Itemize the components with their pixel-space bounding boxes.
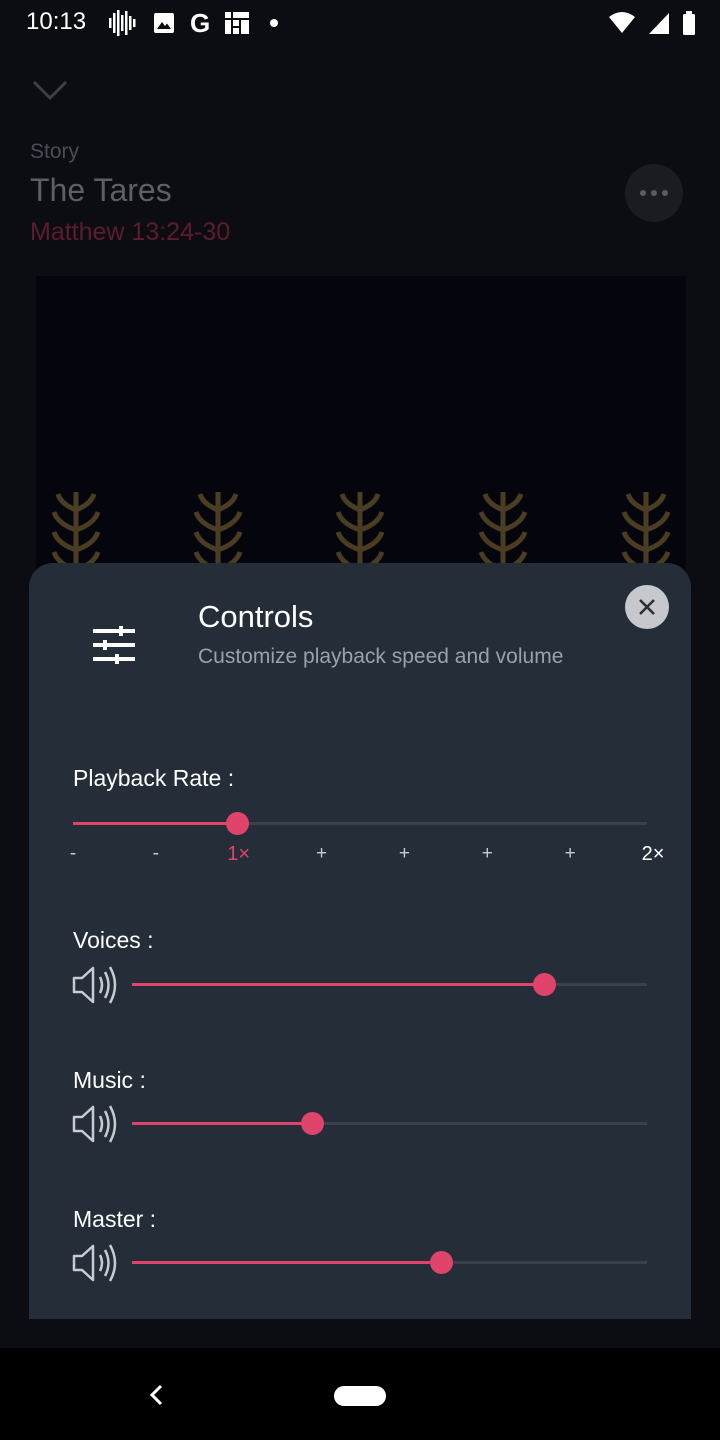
sheet-subtitle: Customize playback speed and volume — [198, 645, 564, 668]
notification-dot-icon — [270, 19, 279, 27]
status-bar: 10:13 G — [0, 0, 720, 48]
cell-signal-icon — [649, 13, 669, 34]
master-volume-slider[interactable] — [132, 1251, 647, 1274]
scripture-reference[interactable]: Matthew 13:24-30 — [30, 218, 230, 247]
more-dots-icon — [640, 190, 646, 196]
system-icons — [608, 8, 696, 38]
chevron-down-icon[interactable] — [30, 78, 70, 102]
more-options-button[interactable] — [625, 164, 683, 222]
music-volume-thumb[interactable] — [301, 1112, 325, 1135]
playback-rate-tick[interactable]: + — [565, 843, 576, 865]
voices-volume-slider[interactable] — [132, 973, 647, 996]
playback-rate-label: Playback Rate : — [73, 765, 235, 791]
google-icon: G — [190, 8, 211, 38]
soundwave-icon — [109, 10, 136, 36]
story-title: The Tares — [30, 172, 172, 208]
music-label: Music : — [73, 1067, 146, 1093]
playback-rate-tick[interactable]: + — [316, 843, 327, 865]
playback-rate-tick[interactable]: + — [399, 843, 410, 865]
close-icon — [639, 599, 655, 615]
navigation-bar — [0, 1348, 720, 1440]
playback-rate-tick[interactable]: + — [482, 843, 493, 865]
voices-volume-fill — [132, 983, 544, 986]
image-icon — [154, 13, 174, 33]
playback-rate-tick[interactable]: 1× — [227, 843, 250, 866]
playback-rate-tick[interactable]: 2× — [642, 843, 665, 866]
speaker-icon — [72, 1244, 117, 1282]
playback-rate-thumb[interactable] — [226, 812, 250, 835]
close-button[interactable] — [625, 585, 669, 629]
controls-sheet: Controls Customize playback speed and vo… — [29, 563, 691, 1319]
master-volume-thumb[interactable] — [430, 1251, 453, 1274]
voices-volume-thumb[interactable] — [533, 973, 556, 996]
voices-label: Voices : — [73, 927, 154, 953]
notification-icons: G — [108, 8, 279, 38]
story-kicker: Story — [30, 140, 80, 163]
sheet-title: Controls — [198, 599, 314, 634]
playback-rate-tick[interactable]: - — [70, 843, 76, 865]
battery-icon — [683, 11, 695, 35]
back-icon[interactable] — [148, 1384, 164, 1406]
playback-rate-slider[interactable] — [73, 812, 647, 835]
master-label: Master : — [73, 1206, 157, 1232]
music-volume-fill — [132, 1122, 313, 1125]
speaker-icon — [72, 1105, 117, 1143]
home-button[interactable] — [334, 1386, 386, 1406]
app-icon — [225, 12, 250, 34]
status-time: 10:13 — [26, 8, 87, 35]
master-volume-fill — [132, 1261, 441, 1264]
speaker-icon — [72, 966, 117, 1004]
playback-rate-fill — [73, 822, 238, 825]
playback-rate-tick[interactable]: - — [153, 843, 159, 865]
wifi-icon — [609, 12, 635, 33]
music-volume-slider[interactable] — [132, 1112, 647, 1135]
playback-rate-ticks: - - 1× + + + +2× — [70, 843, 665, 873]
sliders-icon — [93, 626, 135, 664]
